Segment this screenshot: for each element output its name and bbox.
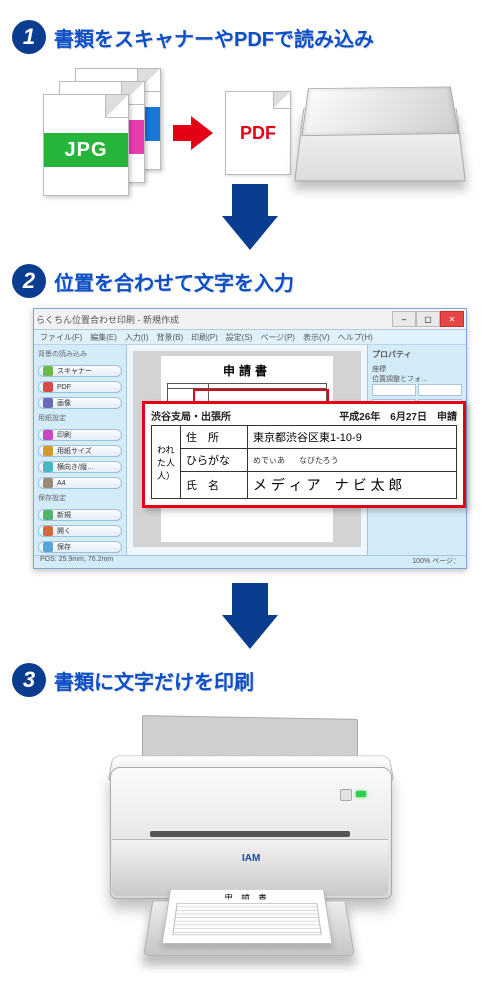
name-label: 氏 名	[181, 472, 248, 499]
property-input[interactable]	[418, 384, 462, 396]
callout-date: 平成26年 6月27日 申請	[339, 408, 457, 423]
title-bar: らくちん位置合わせ印刷 - 新規作成 – ▢ ✕	[34, 309, 466, 330]
sidebar: 背景の読み込み スキャナー PDF 画像 用紙設定 印刷 用紙サイズ 横向き/縦…	[34, 345, 127, 555]
address-label: 住 所	[181, 426, 248, 449]
menu-item[interactable]: ヘルプ(H)	[338, 332, 373, 343]
sidebar-button[interactable]: 用紙サイズ	[38, 445, 122, 457]
step-1-illustration: P G JPG PDF	[0, 68, 500, 198]
file-band-label: JPG	[44, 133, 128, 167]
pdf-file-icon: PDF	[225, 91, 291, 175]
application-window: らくちん位置合わせ印刷 - 新規作成 – ▢ ✕ ファイル(F) 編集(E) 入…	[33, 308, 467, 569]
sidebar-button[interactable]: A4	[38, 477, 122, 489]
step-3-illustration: IAM 申 請 書	[0, 713, 500, 973]
sidebar-button[interactable]: PDF	[38, 381, 122, 393]
step-2-title: 位置を合わせて文字を入力	[54, 267, 294, 296]
status-position: POS: 25.9mm, 76.2mm	[40, 556, 113, 568]
form-title: 申請書	[167, 362, 327, 379]
address-value: 東京都渋谷区東1-10-9	[248, 426, 457, 449]
status-zoom: 100% ページ：	[412, 556, 460, 568]
zoom-callout: 渋谷支局・出張所 平成26年 6月27日 申請 われた人 人） 住 所 東京都渋…	[142, 401, 466, 508]
property-input[interactable]	[372, 384, 416, 396]
furigana-value: めでぃあ なびたろう	[253, 455, 451, 466]
sidebar-group-label: 保存設定	[38, 493, 122, 505]
menu-item[interactable]: 編集(E)	[90, 332, 117, 343]
pdf-label: PDF	[240, 123, 276, 144]
arrow-right-icon	[173, 118, 213, 148]
menu-item[interactable]: ページ(P)	[260, 332, 295, 343]
menu-item[interactable]: 印刷(P)	[191, 332, 218, 343]
sidebar-button[interactable]: 開く	[38, 525, 122, 537]
panel-item: 位置調整とフォ…	[372, 374, 462, 384]
arrow-down-icon	[222, 615, 278, 649]
jpg-file-stack: P G JPG	[41, 68, 161, 198]
sidebar-button[interactable]: 新規	[38, 509, 122, 521]
minimize-button[interactable]: –	[392, 311, 416, 327]
step-1-title: 書類をスキャナーやPDFで読み込み	[54, 23, 374, 52]
step-2-number: 2	[23, 268, 35, 294]
sidebar-button[interactable]: 横向き/縦…	[38, 461, 122, 473]
step-1-number: 1	[23, 24, 35, 50]
menu-bar: ファイル(F) 編集(E) 入力(I) 背景(B) 印刷(P) 設定(S) ペー…	[34, 330, 466, 345]
printer-brand-label: IAM	[242, 853, 260, 864]
status-bar: POS: 25.9mm, 76.2mm 100% ページ：	[34, 555, 466, 568]
menu-item[interactable]: 背景(B)	[156, 332, 183, 343]
scanner-icon	[299, 73, 459, 193]
printed-paper-title: 申 請 書	[169, 892, 325, 901]
printer-icon: IAM 申 請 書	[90, 713, 410, 973]
step-1-badge: 1	[12, 20, 46, 54]
menu-item[interactable]: 設定(S)	[226, 332, 253, 343]
step-3-title: 書類に文字だけを印刷	[54, 666, 254, 695]
step-2-badge: 2	[12, 264, 46, 298]
panel-title: プロパティ	[372, 349, 462, 360]
sidebar-button[interactable]: スキャナー	[38, 365, 122, 377]
file-icon: JPG	[43, 94, 129, 196]
sidebar-button[interactable]: 保存	[38, 541, 122, 553]
menu-item[interactable]: 表示(V)	[303, 332, 330, 343]
step-1-header: 1 書類をスキャナーやPDFで読み込み	[0, 20, 500, 54]
step-3-badge: 3	[12, 663, 46, 697]
sidebar-button[interactable]: 画像	[38, 397, 122, 409]
sidebar-group-label: 用紙設定	[38, 413, 122, 425]
panel-item: 座標	[372, 364, 462, 374]
sidebar-group-label: 背景の読み込み	[38, 349, 122, 361]
menu-item[interactable]: ファイル(F)	[40, 332, 82, 343]
arrow-down-icon	[222, 216, 278, 250]
window-title: らくちん位置合わせ印刷 - 新規作成	[36, 313, 179, 326]
step-3-header: 3 書類に文字だけを印刷	[0, 663, 500, 697]
maximize-button[interactable]: ▢	[416, 311, 440, 327]
callout-left-label: われた人 人）	[152, 426, 181, 499]
step-2-header: 2 位置を合わせて文字を入力	[0, 264, 500, 298]
menu-item[interactable]: 入力(I)	[125, 332, 149, 343]
printed-paper: 申 請 書	[161, 889, 332, 944]
furigana-label: ひらがな	[181, 449, 248, 472]
close-button[interactable]: ✕	[440, 311, 464, 327]
name-value: メ デ ィ ア ナ ビ 太 郎	[248, 472, 457, 499]
step-3-number: 3	[23, 667, 35, 693]
sidebar-button[interactable]: 印刷	[38, 429, 122, 441]
callout-branch: 渋谷支局・出張所	[151, 408, 231, 423]
